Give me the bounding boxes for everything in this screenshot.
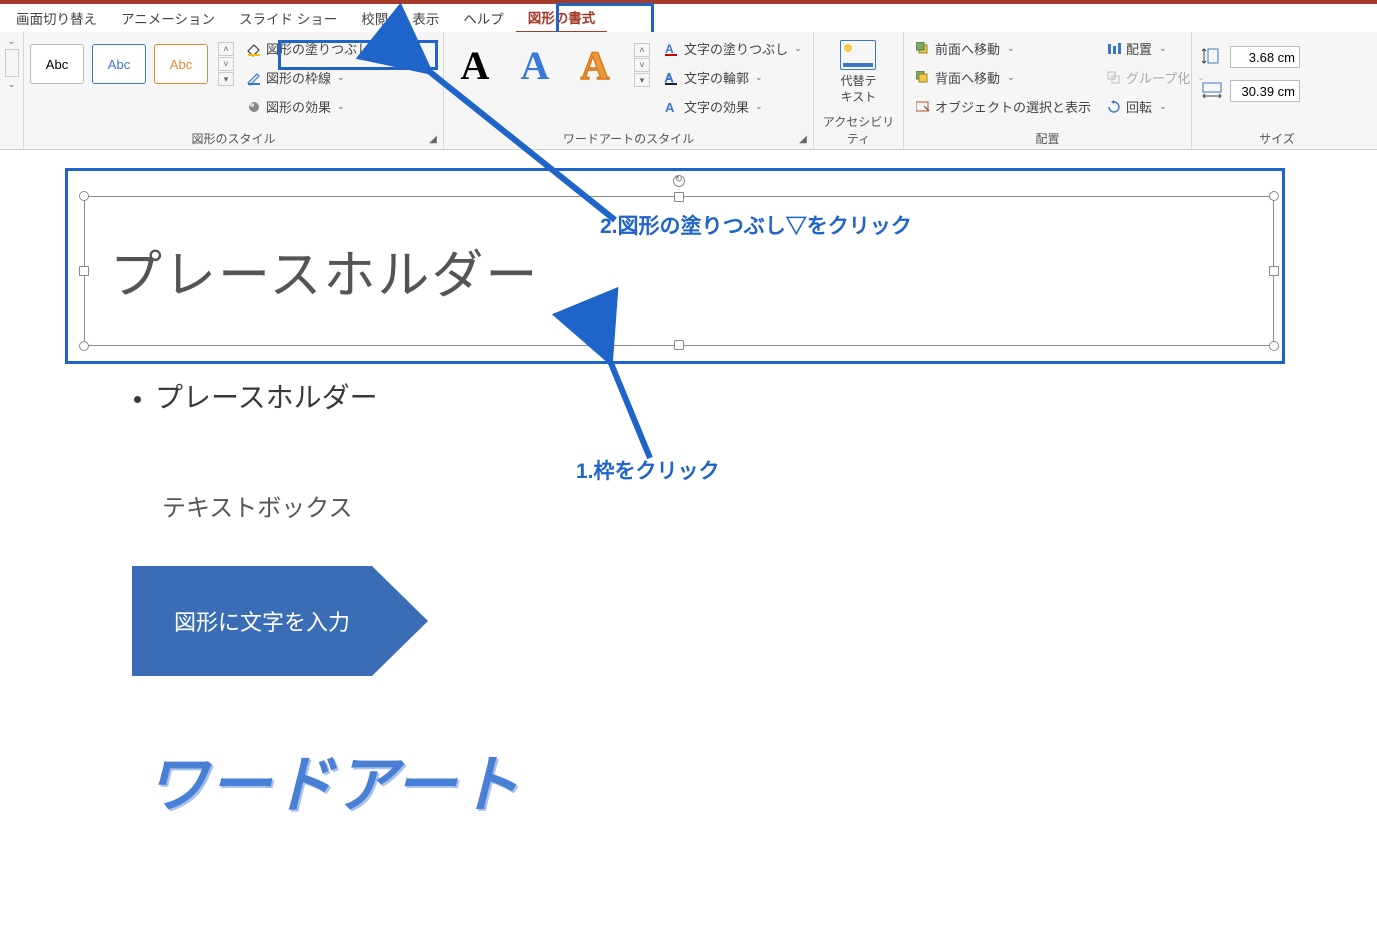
tab-view[interactable]: 表示 bbox=[400, 4, 451, 32]
resize-handle-nw[interactable] bbox=[79, 191, 89, 201]
group-label-size: サイズ bbox=[1198, 127, 1356, 149]
slide[interactable]: プレースホルダー プレースホルダー テキストボックス 図形に文字を入力 ワードア… bbox=[6, 168, 1306, 948]
alt-text-label-1: 代替テ bbox=[840, 74, 876, 88]
shape-effects-icon bbox=[246, 99, 262, 115]
svg-text:A: A bbox=[665, 42, 674, 56]
slide-canvas: プレースホルダー プレースホルダー テキストボックス 図形に文字を入力 ワードア… bbox=[0, 150, 1377, 160]
text-fill-label: 文字の塗りつぶし bbox=[684, 39, 788, 58]
resize-handle-n[interactable] bbox=[674, 192, 684, 202]
width-icon bbox=[1202, 82, 1224, 100]
bring-forward-label: 前面へ移動 bbox=[935, 39, 1000, 58]
paint-bucket-icon bbox=[246, 41, 262, 57]
shape-style-preset-2[interactable]: Abc bbox=[92, 44, 146, 84]
annotation-step2-text: 2.図形の塗りつぶし▽をクリック bbox=[600, 210, 912, 240]
bullet-icon bbox=[134, 396, 141, 403]
tab-help[interactable]: ヘルプ bbox=[451, 4, 516, 32]
width-input[interactable] bbox=[1230, 80, 1300, 102]
arrow-shape[interactable]: 図形に文字を入力 bbox=[132, 566, 428, 676]
text-outline-icon: A bbox=[664, 70, 680, 86]
rotate-icon bbox=[1107, 100, 1121, 114]
shape-effects-button[interactable]: 図形の効果⌄ bbox=[240, 94, 390, 119]
tab-slideshow[interactable]: スライド ショー bbox=[227, 4, 349, 32]
text-outline-label: 文字の輪郭 bbox=[684, 68, 749, 87]
tab-bar: 画面切り替え アニメーション スライド ショー 校閲 表示 ヘルプ 図形の書式 bbox=[0, 4, 1377, 32]
selection-pane-icon bbox=[916, 100, 930, 114]
text-outline-button[interactable]: A 文字の輪郭⌄ bbox=[658, 65, 808, 90]
group-accessibility: 代替テ キスト アクセシビリティ bbox=[814, 32, 904, 149]
gallery-up-icon[interactable]: ˄ bbox=[218, 42, 234, 56]
svg-text:A: A bbox=[665, 100, 675, 115]
shape-effects-label: 図形の効果 bbox=[266, 97, 331, 116]
gallery-more-icon[interactable]: ▾ bbox=[634, 73, 650, 87]
tab-shape-format[interactable]: 図形の書式 bbox=[516, 3, 608, 34]
shape-style-preset-1[interactable]: Abc bbox=[30, 44, 84, 84]
resize-handle-ne[interactable] bbox=[1269, 191, 1279, 201]
group-label-shape-styles: 図形のスタイル bbox=[30, 127, 437, 149]
text-fill-button[interactable]: A 文字の塗りつぶし⌄ bbox=[658, 36, 808, 61]
send-backward-button[interactable]: 背面へ移動⌄ bbox=[910, 65, 1097, 90]
bring-forward-button[interactable]: 前面へ移動⌄ bbox=[910, 36, 1097, 61]
gallery-down-icon[interactable]: ˅ bbox=[218, 57, 234, 71]
group-label-arrange: 配置 bbox=[910, 127, 1185, 149]
chevron-down-icon[interactable]: ⌄ bbox=[8, 79, 16, 90]
height-input[interactable] bbox=[1230, 46, 1300, 68]
title-placeholder-text[interactable]: プレースホルダー bbox=[110, 233, 539, 308]
align-icon bbox=[1107, 42, 1121, 56]
annotation-arrow-1 bbox=[590, 348, 670, 473]
shape-fill-label: 図形の塗りつぶし bbox=[266, 39, 370, 58]
shape-style-preset-3[interactable]: Abc bbox=[154, 44, 208, 84]
bring-forward-icon bbox=[916, 42, 930, 56]
alt-text-label-2: キスト bbox=[841, 90, 877, 104]
gallery-up-icon[interactable]: ˄ bbox=[634, 43, 650, 57]
text-fill-icon: A bbox=[664, 41, 680, 57]
group-arrange: 前面へ移動⌄ 背面へ移動⌄ オブジェクトの選択と表示 配置⌄ bbox=[904, 32, 1192, 149]
send-backward-label: 背面へ移動 bbox=[935, 68, 1000, 87]
rotate-label: 回転 bbox=[1126, 97, 1152, 116]
group-icon bbox=[1107, 71, 1121, 85]
pen-outline-icon bbox=[246, 70, 262, 86]
annotation-arrow-2 bbox=[415, 60, 635, 235]
text-effects-button[interactable]: A 文字の効果⌄ bbox=[658, 94, 808, 119]
gallery-more-icon[interactable]: ▾ bbox=[218, 72, 234, 86]
send-backward-icon bbox=[916, 71, 930, 85]
ribbon: ⌄ ⌄ Abc Abc Abc ˄ ˅ ▾ bbox=[0, 32, 1377, 150]
arrow-shape-text: 図形に文字を入力 bbox=[132, 566, 392, 676]
rotation-handle[interactable] bbox=[673, 175, 685, 187]
tab-review[interactable]: 校閲 bbox=[349, 4, 400, 32]
shape-outline-label: 図形の枠線 bbox=[266, 68, 331, 87]
bullet-text: プレースホルダー bbox=[155, 382, 378, 413]
resize-handle-se[interactable] bbox=[1269, 341, 1279, 351]
content-placeholder-bullet[interactable]: プレースホルダー bbox=[134, 376, 378, 416]
text-effects-icon: A bbox=[664, 99, 680, 115]
tab-animation[interactable]: アニメーション bbox=[109, 4, 227, 32]
alt-text-button[interactable]: 代替テ キスト bbox=[830, 36, 886, 109]
resize-handle-w[interactable] bbox=[79, 266, 89, 276]
shape-fill-button[interactable]: 図形の塗りつぶし⌄ bbox=[240, 36, 390, 61]
group-shape-styles: Abc Abc Abc ˄ ˅ ▾ 図形の塗りつぶし⌄ 図形 bbox=[24, 32, 444, 149]
align-label: 配置 bbox=[1126, 39, 1152, 58]
resize-handle-e[interactable] bbox=[1269, 266, 1279, 276]
resize-handle-sw[interactable] bbox=[79, 341, 89, 351]
textbox-shape[interactable]: テキストボックス bbox=[162, 488, 353, 523]
chevron-down-icon[interactable]: ⌄ bbox=[8, 36, 16, 47]
group-label-accessibility: アクセシビリティ bbox=[820, 110, 897, 149]
group-label: グループ化 bbox=[1126, 68, 1190, 87]
wordart-shape[interactable]: ワードアート bbox=[146, 734, 520, 824]
text-effects-label: 文字の効果 bbox=[684, 97, 749, 116]
selection-pane-button[interactable]: オブジェクトの選択と表示 bbox=[910, 94, 1097, 119]
image-icon bbox=[840, 40, 876, 70]
resize-handle-s[interactable] bbox=[674, 340, 684, 350]
selection-pane-label: オブジェクトの選択と表示 bbox=[935, 97, 1091, 116]
svg-text:A: A bbox=[665, 71, 673, 85]
height-icon bbox=[1202, 48, 1224, 66]
gallery-down-icon[interactable]: ˅ bbox=[634, 58, 650, 72]
dialog-launcher-wordart[interactable]: ◢ bbox=[796, 132, 810, 146]
shape-outline-button[interactable]: 図形の枠線⌄ bbox=[240, 65, 390, 90]
tab-transition[interactable]: 画面切り替え bbox=[4, 4, 109, 32]
group-size: サイズ ◢ bbox=[1192, 32, 1362, 149]
